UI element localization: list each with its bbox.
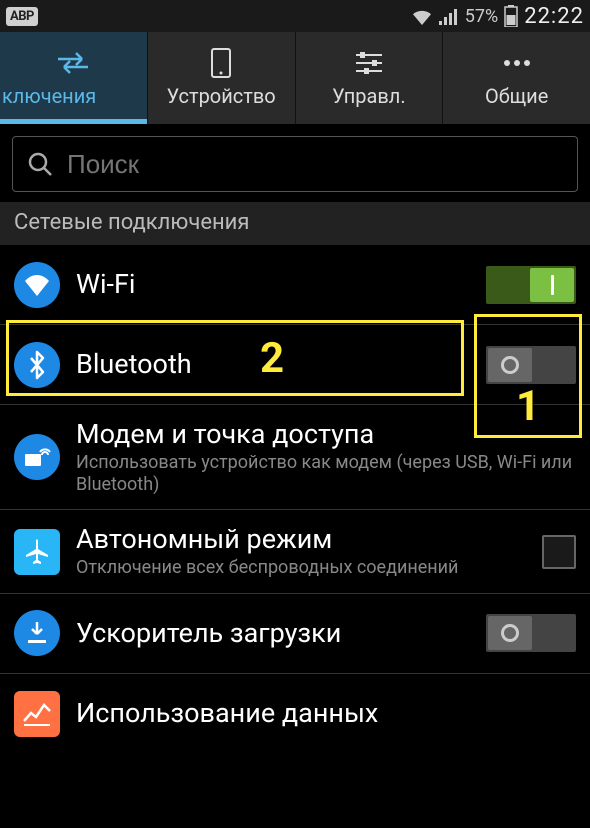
wifi-icon bbox=[411, 7, 433, 25]
tab-device[interactable]: Устройство bbox=[148, 32, 296, 124]
row-title: Автономный режим bbox=[76, 524, 532, 555]
bluetooth-toggle[interactable] bbox=[486, 346, 576, 384]
battery-percent: 57% bbox=[465, 6, 498, 27]
status-bar: ABP 57% 22:22 bbox=[0, 0, 590, 32]
section-header-network: Сетевые подключения bbox=[0, 202, 590, 245]
row-wifi[interactable]: Wi-Fi bbox=[0, 245, 590, 325]
tab-general[interactable]: Общие bbox=[443, 32, 590, 124]
more-icon bbox=[502, 48, 532, 78]
chart-icon bbox=[14, 691, 60, 737]
tab-controls[interactable]: Управл. bbox=[296, 32, 444, 124]
tab-label: ключения bbox=[0, 84, 147, 108]
download-icon bbox=[14, 610, 60, 656]
airplane-checkbox[interactable] bbox=[542, 535, 576, 569]
row-subtitle: Использовать устройство как модем (через… bbox=[76, 452, 576, 495]
row-title: Использование данных bbox=[76, 698, 576, 729]
bluetooth-icon bbox=[14, 342, 60, 388]
connections-icon bbox=[56, 48, 90, 78]
row-data-usage[interactable]: Использование данных bbox=[0, 674, 590, 754]
row-title: Ускоритель загрузки bbox=[76, 618, 476, 649]
row-bluetooth[interactable]: Bluetooth bbox=[0, 325, 590, 405]
clock: 22:22 bbox=[524, 4, 584, 29]
row-airplane[interactable]: Автономный режим Отключение всех беспров… bbox=[0, 510, 590, 594]
tab-label: Управл. bbox=[296, 84, 443, 108]
wifi-toggle[interactable] bbox=[486, 266, 576, 304]
sliders-icon bbox=[354, 48, 384, 78]
search-field[interactable] bbox=[12, 136, 578, 192]
battery-icon bbox=[504, 5, 518, 27]
hotspot-icon bbox=[14, 434, 60, 480]
tab-connections[interactable]: ключения bbox=[0, 32, 148, 124]
row-title: Wi-Fi bbox=[76, 269, 476, 300]
signal-icon bbox=[439, 7, 459, 25]
row-download-booster[interactable]: Ускоритель загрузки bbox=[0, 594, 590, 674]
booster-toggle[interactable] bbox=[486, 614, 576, 652]
abp-badge: ABP bbox=[6, 7, 38, 26]
search-icon bbox=[27, 151, 53, 177]
row-title: Модем и точка доступа bbox=[76, 419, 576, 450]
device-icon bbox=[211, 48, 231, 78]
row-title: Bluetooth bbox=[76, 349, 476, 380]
tab-label: Общие bbox=[443, 84, 590, 108]
row-subtitle: Отключение всех беспроводных соединений bbox=[76, 557, 532, 579]
row-tethering[interactable]: Модем и точка доступа Использовать устро… bbox=[0, 405, 590, 510]
wifi-icon bbox=[14, 262, 60, 308]
search-input[interactable] bbox=[67, 149, 563, 180]
tab-label: Устройство bbox=[148, 84, 295, 108]
settings-tabs: ключения Устройство Управл. Общие bbox=[0, 32, 590, 124]
status-icons: 57% 22:22 bbox=[411, 4, 584, 29]
airplane-icon bbox=[14, 529, 60, 575]
